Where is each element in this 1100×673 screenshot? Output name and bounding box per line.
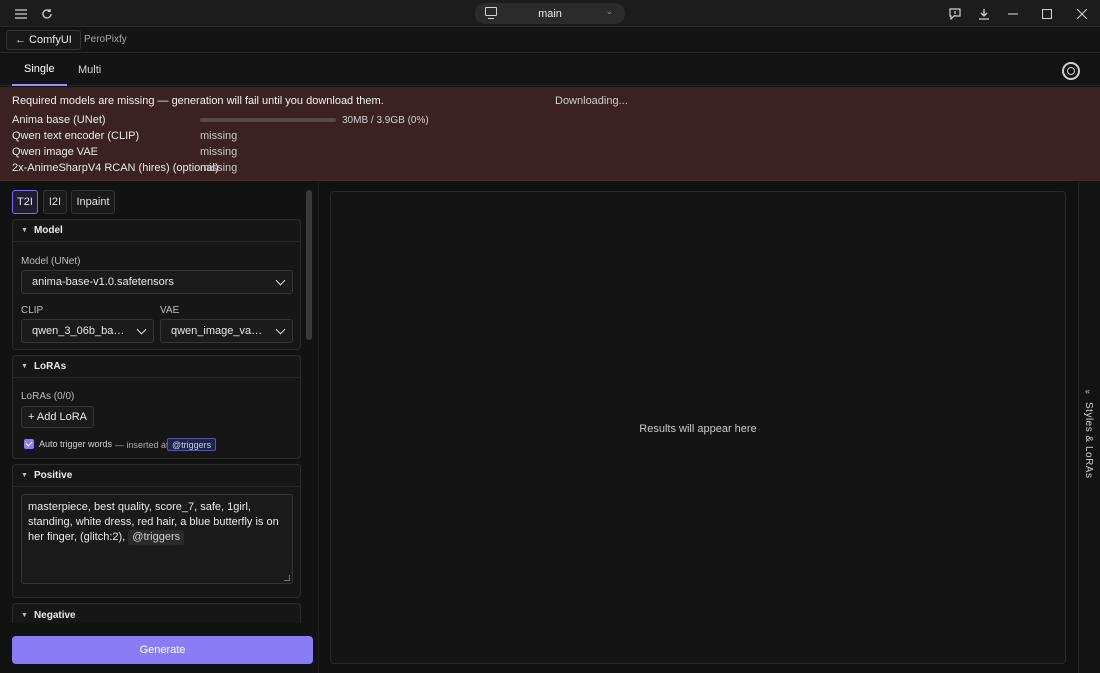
banner-message: Required models are missing — generation…	[12, 95, 384, 107]
clip-label: CLIP	[21, 305, 44, 316]
panel-title: Negative	[33, 609, 76, 621]
triggers-tag: @triggers	[167, 438, 217, 451]
auto-trigger-label: Auto trigger words	[39, 439, 113, 449]
clip-select[interactable]: qwen_3_06b_base.safetensors	[21, 319, 154, 343]
model-row-name: 2x-AnimeSharpV4 RCAN (hires) (optional)	[12, 162, 219, 174]
vae-select[interactable]: qwen_image_vae.safetensors	[160, 319, 293, 343]
model-row-status: missing	[200, 162, 238, 174]
chevron-down-icon	[275, 275, 286, 286]
branch-name: main	[538, 7, 562, 20]
chevron-down-icon: ⌄	[605, 6, 613, 16]
title-bar: main ⌄	[0, 0, 1100, 27]
model-row-name: Anima base (UNet)	[12, 114, 106, 126]
model-panel-header[interactable]: ▼ Model	[13, 220, 300, 242]
loras-count: LoRAs (0/0)	[21, 391, 75, 402]
trigger-token: @triggers	[128, 530, 185, 545]
maximize-icon[interactable]	[1033, 0, 1061, 27]
add-lora-button[interactable]: + Add LoRA	[21, 406, 95, 428]
model-row-status: missing	[200, 130, 238, 142]
results-area: Results will appear here	[330, 191, 1066, 664]
generate-button[interactable]: Generate	[12, 636, 313, 664]
settings-column: T2I I2I Inpaint ▼ Model Model (UNet) anim…	[0, 182, 318, 673]
back-to-comfyui-button[interactable]: ← ComfyUI	[6, 30, 81, 50]
styles-loras-rail[interactable]: « Styles & LoRAs	[1078, 182, 1100, 673]
column-divider	[318, 182, 319, 673]
chevron-down-icon	[275, 324, 286, 335]
feedback-icon[interactable]	[941, 0, 969, 27]
app-subtitle: PeroPixfy	[84, 34, 127, 45]
panel-title: Positive	[33, 470, 73, 481]
unet-label: Model (UNet)	[21, 256, 81, 267]
mode-t2i-button[interactable]: T2I	[12, 190, 38, 214]
download-icon[interactable]	[970, 0, 998, 27]
collapse-triangle-icon: ▼	[21, 227, 28, 234]
tab-multi[interactable]: Multi	[66, 54, 113, 86]
inserted-at-note: — inserted at	[115, 440, 169, 450]
download-status: Downloading...	[555, 95, 628, 107]
tab-single[interactable]: Single	[12, 54, 67, 86]
model-row-name: Qwen text encoder (CLIP)	[12, 130, 140, 142]
chevron-down-icon	[136, 324, 147, 335]
mode-inpaint-button[interactable]: Inpaint	[71, 190, 115, 214]
loras-panel: ▼ LoRAs LoRAs (0/0) + Add LoRA Auto trigg…	[12, 355, 301, 459]
branch-selector[interactable]: main ⌄	[475, 3, 625, 24]
vae-value: qwen_image_vae.safetensors	[171, 325, 268, 337]
collapse-triangle-icon: ▼	[21, 363, 28, 370]
collapse-triangle-icon: ▼	[21, 472, 28, 479]
model-row-name: Qwen image VAE	[12, 146, 99, 158]
auto-trigger-checkbox[interactable]	[24, 439, 34, 449]
panel-title: Model	[33, 225, 63, 236]
model-row-status: missing	[200, 146, 238, 158]
vae-label: VAE	[160, 305, 180, 316]
model-panel: ▼ Model Model (UNet) anima-base-v1.0.safe…	[12, 219, 301, 350]
panel-title: LoRAs	[33, 361, 67, 372]
unet-value: anima-base-v1.0.safetensors	[32, 276, 174, 288]
settings-scrollbar[interactable]	[306, 190, 312, 340]
positive-prompt-input[interactable]: masterpiece, best quality, score_7, safe…	[21, 494, 293, 584]
positive-panel-header[interactable]: ▼ Positive	[13, 465, 300, 487]
loras-panel-header[interactable]: ▼ LoRAs	[13, 356, 300, 378]
download-progress-bar	[200, 118, 336, 122]
resize-handle-icon[interactable]	[284, 575, 290, 581]
mode-i2i-button[interactable]: I2I	[43, 190, 67, 214]
mode-tabs: Single Multi	[0, 54, 1100, 86]
styles-loras-label: Styles & LoRAs	[1083, 402, 1094, 479]
minimize-icon[interactable]	[999, 0, 1027, 27]
settings-gear-icon[interactable]	[1062, 62, 1080, 80]
close-icon[interactable]	[1068, 0, 1096, 27]
positive-panel: ▼ Positive masterpiece, best quality, sco…	[12, 464, 301, 598]
unet-select[interactable]: anima-base-v1.0.safetensors	[21, 270, 293, 294]
clip-value: qwen_3_06b_base.safetensors	[32, 325, 129, 337]
hamburger-menu-icon[interactable]	[7, 0, 35, 27]
reload-icon[interactable]	[33, 0, 61, 27]
collapse-triangle-icon: ▼	[21, 611, 28, 619]
download-size: 30MB / 3.9GB (0%)	[342, 115, 429, 126]
app-bar: ← ComfyUI PeroPixfy	[0, 28, 1100, 53]
expand-chevrons-icon: «	[1085, 386, 1091, 396]
results-placeholder: Results will appear here	[639, 423, 757, 435]
